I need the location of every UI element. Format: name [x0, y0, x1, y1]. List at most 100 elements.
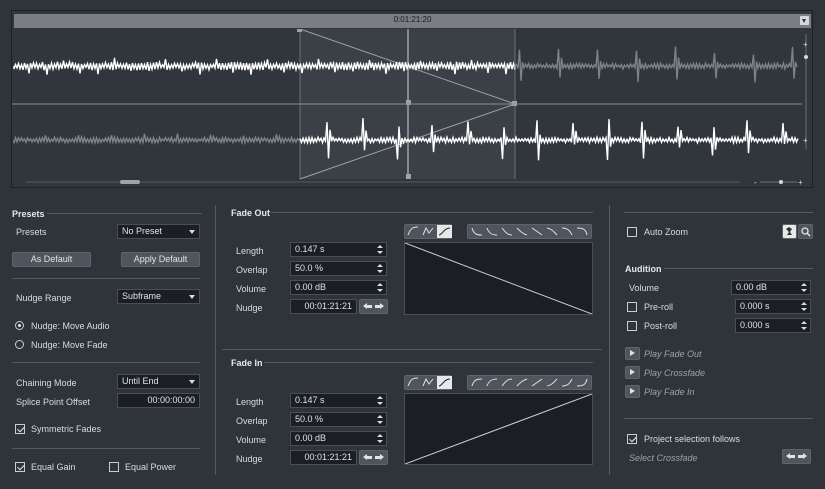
magnifier-button[interactable] — [798, 224, 813, 239]
play-crossfade-label: Play Crossfade — [644, 368, 706, 378]
postroll-label: Post-roll — [644, 321, 678, 331]
nudge-move-audio-radio[interactable] — [15, 321, 24, 330]
fade-out-curve-editor[interactable] — [404, 242, 593, 315]
spinner-arrows-icon[interactable] — [801, 321, 807, 330]
fade-in-nudge-buttons[interactable] — [359, 450, 388, 465]
fade-in-nudge-field[interactable]: 00:01:21:21 — [290, 450, 357, 465]
fade-in-length-value: 0.147 s — [295, 395, 325, 405]
project-selection-follows-checkbox[interactable] — [627, 434, 637, 444]
fade-out-volume-label: Volume — [236, 284, 267, 294]
fade-in-curve-editor[interactable] — [404, 393, 593, 465]
fade-in-nudge-label: Nudge — [236, 454, 263, 464]
auto-zoom-checkbox[interactable] — [627, 227, 637, 237]
preroll-label: Pre-roll — [644, 302, 674, 312]
nudge-range-dropdown[interactable]: Subframe — [117, 289, 200, 304]
play-crossfade-button[interactable] — [625, 366, 640, 379]
fade-out-length-value: 0.147 s — [295, 244, 325, 254]
nudge-range-value: Subframe — [122, 291, 162, 301]
audition-section-title: Audition — [625, 264, 662, 274]
svg-text:+: + — [803, 136, 808, 145]
fade-out-nudge-field[interactable]: 00:01:21:21 — [290, 299, 357, 314]
audition-volume-label: Volume — [629, 283, 660, 293]
project-selection-follows-label: Project selection follows — [644, 434, 741, 444]
apply-default-button[interactable]: Apply Default — [121, 252, 200, 267]
play-fade-in-label: Play Fade In — [644, 387, 695, 397]
spinner-arrows-icon[interactable] — [377, 264, 383, 273]
as-default-button[interactable]: As Default — [12, 252, 91, 267]
fade-in-track-lead-waveform — [13, 133, 300, 146]
spinner-arrows-icon[interactable] — [377, 396, 383, 405]
timeline-ruler[interactable]: 0:01:21:20 — [14, 14, 811, 28]
fade-in-volume-field[interactable]: 0.00 dB — [290, 431, 387, 446]
postroll-value: 0.000 s — [740, 320, 770, 330]
fade-in-length-field[interactable]: 0.147 s — [290, 393, 387, 408]
arrow-left-icon[interactable] — [363, 453, 372, 462]
nudge-move-fade-label: Nudge: Move Fade — [31, 340, 108, 350]
play-fade-out-button[interactable] — [625, 347, 640, 360]
chaining-mode-dropdown[interactable]: Until End — [117, 374, 200, 389]
symmetric-fades-checkbox[interactable] — [15, 424, 25, 434]
equal-gain-checkbox[interactable] — [15, 462, 25, 472]
fade-in-section-title: Fade In — [231, 358, 263, 368]
equal-gain-label: Equal Gain — [31, 462, 76, 472]
fade-in-preset-curves[interactable] — [467, 375, 592, 390]
spinner-arrows-icon[interactable] — [801, 283, 807, 292]
horizontal-scroll-thumb[interactable] — [120, 180, 140, 184]
select-crossfade-label: Select Crossfade — [629, 453, 698, 463]
presets-label: Presets — [16, 227, 47, 237]
fade-out-volume-value: 0.00 dB — [295, 282, 327, 292]
symmetric-fades-label: Symmetric Fades — [31, 424, 102, 434]
nudge-move-audio-label: Nudge: Move Audio — [31, 321, 110, 331]
arrow-right-icon[interactable] — [375, 302, 384, 311]
fade-in-overlap-field[interactable]: 50.0 % — [290, 412, 387, 427]
spinner-arrows-icon[interactable] — [377, 245, 383, 254]
ruler-time-label: 0:01:21:20 — [393, 15, 432, 24]
spinner-arrows-icon[interactable] — [377, 283, 383, 292]
waveform-svg[interactable]: + + - + — [12, 29, 812, 187]
postroll-field[interactable]: 0.000 s — [735, 318, 811, 333]
spinner-arrows-icon[interactable] — [801, 302, 807, 311]
fade-out-track-tail-waveform — [514, 46, 798, 83]
auto-zoom-label: Auto Zoom — [644, 227, 689, 237]
spinner-arrows-icon[interactable] — [377, 434, 383, 443]
chevron-down-icon — [189, 295, 195, 299]
fade-out-volume-field[interactable]: 0.00 dB — [290, 280, 387, 295]
fade-in-curve-type-buttons[interactable] — [404, 375, 452, 390]
zoom-tool-button[interactable] — [782, 224, 797, 239]
svg-text:+: + — [803, 40, 808, 49]
damped-spline-icon — [422, 377, 434, 387]
equal-power-checkbox[interactable] — [109, 462, 119, 472]
play-fade-out-label: Play Fade Out — [644, 349, 702, 359]
vertical-zoom-handle[interactable] — [804, 55, 808, 59]
postroll-checkbox[interactable] — [627, 321, 637, 331]
spinner-arrows-icon[interactable] — [377, 415, 383, 424]
audition-volume-field[interactable]: 0.00 dB — [731, 280, 811, 295]
fade-out-length-label: Length — [236, 246, 264, 256]
preroll-value: 0.000 s — [740, 301, 770, 311]
fade-out-preset-curves[interactable] — [467, 224, 592, 239]
preroll-field[interactable]: 0.000 s — [735, 299, 811, 314]
fade-out-nudge-buttons[interactable] — [359, 299, 388, 314]
nudge-range-label: Nudge Range — [16, 293, 72, 303]
arrow-left-icon[interactable] — [363, 302, 372, 311]
arrow-right-icon[interactable] — [798, 452, 807, 461]
preroll-checkbox[interactable] — [627, 302, 637, 312]
fade-out-length-field[interactable]: 0.147 s — [290, 242, 387, 257]
preset-dropdown[interactable]: No Preset — [117, 224, 200, 239]
chaining-mode-value: Until End — [122, 376, 159, 386]
fade-out-overlap-value: 50.0 % — [295, 263, 324, 273]
fade-out-overlap-field[interactable]: 50.0 % — [290, 261, 387, 276]
chevron-down-icon — [189, 380, 195, 384]
arrow-right-icon[interactable] — [375, 453, 384, 462]
arrow-left-icon[interactable] — [786, 452, 795, 461]
splice-point-offset-label: Splice Point Offset — [16, 397, 90, 407]
fade-out-curve-type-buttons[interactable] — [404, 224, 452, 239]
cursor-icon — [786, 227, 792, 235]
play-fade-in-button[interactable] — [625, 385, 640, 398]
nudge-move-fade-radio[interactable] — [15, 340, 24, 349]
ruler-menu-icon[interactable] — [800, 16, 809, 25]
splice-point-offset-field[interactable]: 00:00:00:00 — [117, 393, 200, 408]
spline-curve-icon — [407, 377, 419, 387]
select-crossfade-buttons[interactable] — [782, 449, 811, 464]
fade-in-volume-label: Volume — [236, 435, 267, 445]
